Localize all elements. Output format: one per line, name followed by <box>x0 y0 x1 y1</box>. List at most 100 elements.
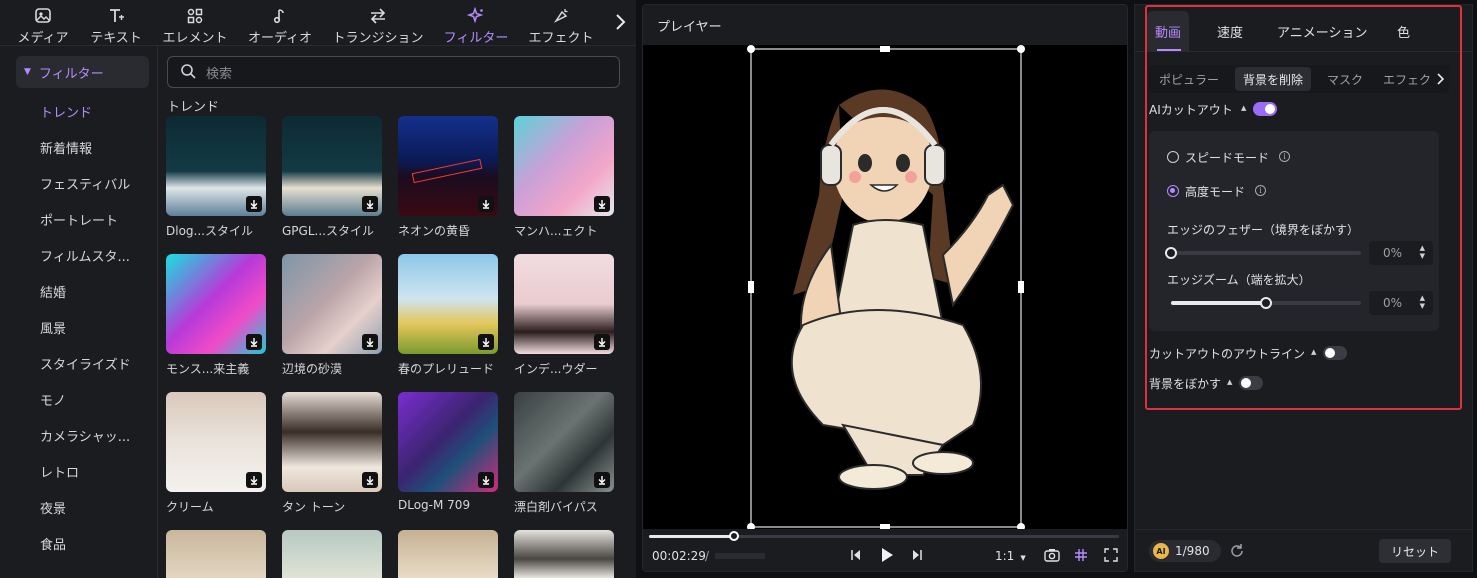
filter-thumb-dlog[interactable] <box>166 116 266 216</box>
subtab-remove-background[interactable]: 背景を削除 <box>1235 67 1312 91</box>
sidebar-item-film-style[interactable]: フィルムスタ... <box>40 246 130 265</box>
caret-up-icon[interactable]: ▲ <box>1311 348 1316 356</box>
playhead-knob[interactable] <box>728 531 739 541</box>
info-icon[interactable]: i <box>1255 185 1266 196</box>
download-icon[interactable] <box>594 334 610 350</box>
download-icon[interactable] <box>478 334 494 350</box>
sidebar-item-new[interactable]: 新着情報 <box>40 138 92 157</box>
refresh-button[interactable] <box>1229 543 1245 562</box>
tab-animation[interactable]: アニメーション <box>1277 11 1367 51</box>
filter-thumb-neon-twilight[interactable] <box>398 116 498 216</box>
tab-element[interactable]: エレメント <box>158 0 232 46</box>
tab-color[interactable]: 色 <box>1397 11 1410 51</box>
download-icon[interactable] <box>362 472 378 488</box>
resize-handle-tl[interactable] <box>747 45 755 53</box>
speed-mode-radio[interactable] <box>1167 151 1179 163</box>
filter-thumb-gpgl[interactable] <box>282 116 382 216</box>
filter-thumb-indie[interactable] <box>514 254 614 354</box>
filter-thumb-cream[interactable] <box>166 392 266 492</box>
download-icon[interactable] <box>594 472 610 488</box>
resize-handle-tr[interactable] <box>1017 45 1025 53</box>
edge-feather-slider[interactable] <box>1165 247 1361 259</box>
download-icon[interactable] <box>362 334 378 350</box>
reset-button[interactable]: リセット <box>1379 539 1451 563</box>
next-frame-button[interactable] <box>911 549 923 564</box>
tab-filter[interactable]: フィルター <box>440 0 512 46</box>
caret-up-icon[interactable]: ▲ <box>1227 378 1232 386</box>
sidebar-item-stylized[interactable]: スタイライズド <box>40 354 131 373</box>
sidebar-item-camera-shutter[interactable]: カメラシャッ... <box>40 426 130 445</box>
blur-background-toggle[interactable] <box>1239 376 1263 390</box>
edge-zoom-input[interactable]: 0% ▲ ▼ <box>1369 291 1433 315</box>
sidebar-item-night[interactable]: 夜景 <box>40 498 66 517</box>
filter-thumb-partial[interactable] <box>282 530 382 578</box>
play-icon <box>882 548 893 562</box>
stepper-arrows-icon[interactable]: ▲ ▼ <box>1420 244 1425 260</box>
grid-toggle-button[interactable] <box>1074 548 1088 565</box>
chevron-right-icon <box>1437 73 1444 85</box>
info-icon[interactable]: i <box>1279 151 1290 162</box>
edge-zoom-slider[interactable] <box>1171 297 1361 309</box>
snapshot-button[interactable] <box>1044 548 1060 565</box>
filter-thumb-dlog-m[interactable] <box>398 392 498 492</box>
aspect-ratio-select[interactable]: 1:1 ▼ <box>995 549 1026 563</box>
ai-credits-badge[interactable]: AI 1/980 <box>1149 540 1221 562</box>
resize-handle-top[interactable] <box>880 46 890 52</box>
tab-effect[interactable]: エフェクト <box>524 0 598 46</box>
download-icon[interactable] <box>478 472 494 488</box>
sidebar-item-landscape[interactable]: 風景 <box>40 318 66 337</box>
caret-up-icon[interactable]: ▲ <box>1241 104 1246 112</box>
stepper-arrows-icon[interactable]: ▲ ▼ <box>1420 294 1425 310</box>
filter-thumb-spring[interactable] <box>398 254 498 354</box>
quality-mode-radio[interactable] <box>1167 185 1179 197</box>
tab-scroll-right-button[interactable] <box>606 8 634 38</box>
resize-handle-right[interactable] <box>1018 281 1024 293</box>
slider-knob[interactable] <box>1260 297 1272 309</box>
filter-thumb-bleach-bypass[interactable] <box>514 392 614 492</box>
sidebar-item-trend[interactable]: トレンド <box>40 102 92 121</box>
filter-thumb-manhattan[interactable] <box>514 116 614 216</box>
tab-video[interactable]: 動画 <box>1147 11 1190 51</box>
tab-media[interactable]: メディア <box>10 0 76 46</box>
edge-feather-label: エッジのフェザー（境界をぼかす） <box>1167 223 1360 237</box>
filter-thumb-desert[interactable] <box>282 254 382 354</box>
download-icon[interactable] <box>478 196 494 212</box>
filter-thumb-monster[interactable] <box>166 254 266 354</box>
sidebar-item-festival[interactable]: フェスティバル <box>40 174 130 193</box>
tab-speed[interactable]: 速度 <box>1217 11 1243 51</box>
filter-thumb-partial[interactable] <box>398 530 498 578</box>
subtab-mask[interactable]: マスク <box>1319 67 1371 91</box>
sidebar-item-food[interactable]: 食品 <box>40 534 66 553</box>
filter-thumb-partial[interactable] <box>166 530 266 578</box>
play-button[interactable] <box>880 547 894 566</box>
download-icon[interactable] <box>246 196 262 212</box>
sidebar-item-retro[interactable]: レトロ <box>40 462 79 481</box>
download-icon[interactable] <box>594 196 610 212</box>
filter-category-header[interactable]: ▼ フィルター <box>16 56 149 88</box>
subtab-effect[interactable]: エフェク <box>1375 67 1439 91</box>
sidebar-item-wedding[interactable]: 結婚 <box>40 282 66 301</box>
edge-feather-input[interactable]: 0% ▲ ▼ <box>1369 241 1433 265</box>
ai-cutout-toggle[interactable] <box>1253 102 1277 116</box>
tab-transition[interactable]: トランジション <box>330 0 426 46</box>
fullscreen-button[interactable] <box>1104 548 1118 565</box>
filter-thumb-partial[interactable] <box>514 530 614 578</box>
download-icon[interactable] <box>246 334 262 350</box>
slider-knob[interactable] <box>1165 247 1177 259</box>
media-icon <box>34 6 52 26</box>
filter-thumb-tan-tone[interactable] <box>282 392 382 492</box>
sidebar-item-portrait[interactable]: ポートレート <box>40 210 118 229</box>
subtab-scroll-right-button[interactable] <box>1431 65 1449 93</box>
sidebar-item-mono[interactable]: モノ <box>40 390 66 409</box>
timeline-scrubber[interactable] <box>649 531 1119 541</box>
subtab-popular[interactable]: ポピュラー <box>1151 67 1227 91</box>
preview-canvas[interactable] <box>643 45 1127 531</box>
search-input[interactable]: 検索 <box>167 56 620 88</box>
download-icon[interactable] <box>246 472 262 488</box>
prev-frame-button[interactable] <box>850 549 862 564</box>
resize-handle-left[interactable] <box>748 281 754 293</box>
tab-text[interactable]: テキスト <box>84 0 148 46</box>
tab-audio[interactable]: オーディオ <box>244 0 316 46</box>
cutout-outline-toggle[interactable] <box>1323 346 1347 360</box>
download-icon[interactable] <box>362 196 378 212</box>
